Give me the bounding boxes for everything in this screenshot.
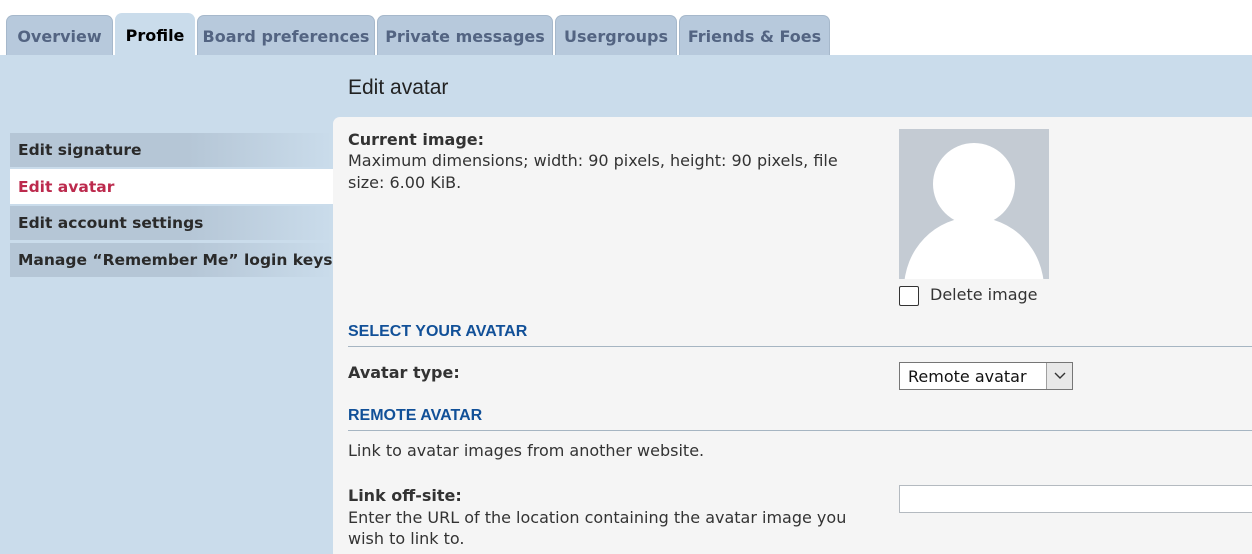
tab-private-messages[interactable]: Private messages [377,15,553,56]
remote-avatar-heading: REMOTE AVATAR [348,407,1252,431]
sidebar-item-manage-login-keys[interactable]: Manage “Remember Me” login keys [10,243,333,277]
avatar-type-value: Remote avatar [908,366,1027,386]
link-off-site-input[interactable] [899,485,1252,513]
default-avatar-icon [904,143,1044,279]
delete-image-label: Delete image [930,285,1038,304]
page-title: Edit avatar [348,76,449,99]
tab-profile[interactable]: Profile [115,13,195,57]
sidebar-item-edit-avatar[interactable]: Edit avatar [10,169,333,204]
link-off-site-label: Link off-site: [348,486,462,505]
tab-board-preferences[interactable]: Board preferences [197,15,375,56]
delete-image-checkbox[interactable] [899,286,919,306]
link-off-site-help-line1: Enter the URL of the location containing… [348,508,847,527]
select-avatar-heading: SELECT YOUR AVATAR [348,323,1252,347]
tab-friends-foes[interactable]: Friends & Foes [679,15,830,56]
remote-avatar-description: Link to avatar images from another websi… [348,441,705,460]
tab-usergroups[interactable]: Usergroups [555,15,677,56]
avatar-preview [899,129,1049,279]
sidebar-item-edit-signature[interactable]: Edit signature [10,133,333,167]
current-image-desc-line2: size: 6.00 KiB. [348,173,462,192]
tab-overview[interactable]: Overview [6,15,113,56]
sidebar-item-edit-account-settings[interactable]: Edit account settings [10,206,333,240]
current-image-desc-line1: Maximum dimensions; width: 90 pixels, he… [348,151,838,170]
avatar-type-select[interactable]: Remote avatar [899,362,1073,390]
link-off-site-help-line2: wish to link to. [348,529,465,548]
current-image-label: Current image: [348,130,485,149]
tab-bar: Overview Profile Board preferences Priva… [0,0,1252,57]
chevron-down-icon[interactable] [1046,363,1072,389]
avatar-type-label: Avatar type: [348,363,460,382]
